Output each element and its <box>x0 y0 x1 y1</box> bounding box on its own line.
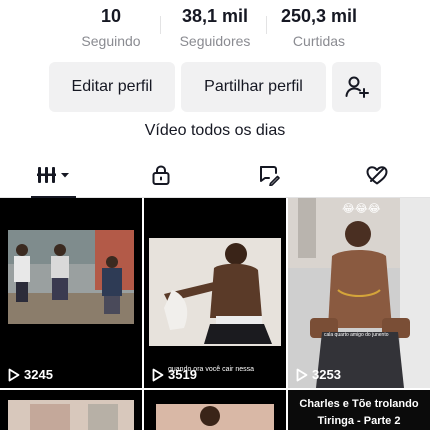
video-thumbnail[interactable]: quando ora você cair nessa 3519 <box>144 198 286 388</box>
profile-bio: Vídeo todos os dias <box>144 122 286 139</box>
share-profile-button[interactable]: Partilhar perfil <box>181 62 326 112</box>
video-thumbnail[interactable]: 😂😂😂 cala quarto amigo do junento 3253 <box>288 198 430 388</box>
play-icon <box>296 368 308 381</box>
view-count-value: 3245 <box>24 367 53 382</box>
view-count-value: 3253 <box>312 367 341 382</box>
video-grid: 3245 quando ora você cair nessa 3519 😂😂😂… <box>0 198 430 430</box>
followers-stat[interactable]: 38,1 mil Seguidores <box>160 0 270 50</box>
video-frame-image <box>144 390 286 430</box>
video-thumbnail[interactable] <box>144 390 286 430</box>
followers-count: 38,1 mil <box>181 6 249 26</box>
add-friend-button[interactable] <box>332 62 381 112</box>
view-count: 3519 <box>152 367 197 382</box>
profile-stats: 10 Seguindo 38,1 mil Seguidores 250,3 mi… <box>0 0 430 56</box>
edit-profile-button[interactable]: Editar perfil <box>49 62 175 112</box>
view-count: 3253 <box>296 367 341 382</box>
tab-reposts[interactable] <box>246 152 292 198</box>
video-caption: cala quarto amigo do junento <box>324 332 389 338</box>
grid-icon <box>37 167 69 183</box>
add-user-icon <box>345 76 369 98</box>
video-title-line: Charles e Tõe trolando <box>299 398 419 410</box>
chevron-down-icon <box>61 173 69 178</box>
video-frame-image <box>0 198 142 388</box>
video-thumbnail[interactable]: 3245 <box>0 198 142 388</box>
video-thumbnail[interactable]: Charles e Tõe trolando Tiringa - Parte 2 <box>288 390 430 430</box>
video-title-line: Tiringa - Parte 2 <box>317 415 401 427</box>
video-frame-image <box>288 198 430 388</box>
followers-label: Seguidores <box>179 33 251 49</box>
view-count: 3245 <box>8 367 53 382</box>
following-label: Seguindo <box>81 33 141 49</box>
video-thumbnail[interactable] <box>0 390 142 430</box>
following-count: 10 <box>100 6 122 26</box>
video-emoji-caption: 😂😂😂 <box>342 203 381 215</box>
tab-liked[interactable] <box>354 152 400 198</box>
video-frame-image <box>144 198 286 388</box>
likes-label: Curtidas <box>292 33 346 49</box>
likes-stat[interactable]: 250,3 mil Curtidas <box>264 0 374 50</box>
play-icon <box>8 368 20 381</box>
tab-videos[interactable] <box>30 152 78 198</box>
play-icon <box>152 368 164 381</box>
view-count-value: 3519 <box>168 367 197 382</box>
tab-private[interactable] <box>138 152 184 198</box>
video-frame-image <box>0 390 142 430</box>
profile-tabs <box>0 152 430 198</box>
lock-icon <box>152 165 170 185</box>
following-stat[interactable]: 10 Seguindo <box>56 0 166 50</box>
repost-icon <box>260 166 280 186</box>
liked-heart-icon <box>366 166 388 185</box>
likes-count: 250,3 mil <box>280 6 358 26</box>
